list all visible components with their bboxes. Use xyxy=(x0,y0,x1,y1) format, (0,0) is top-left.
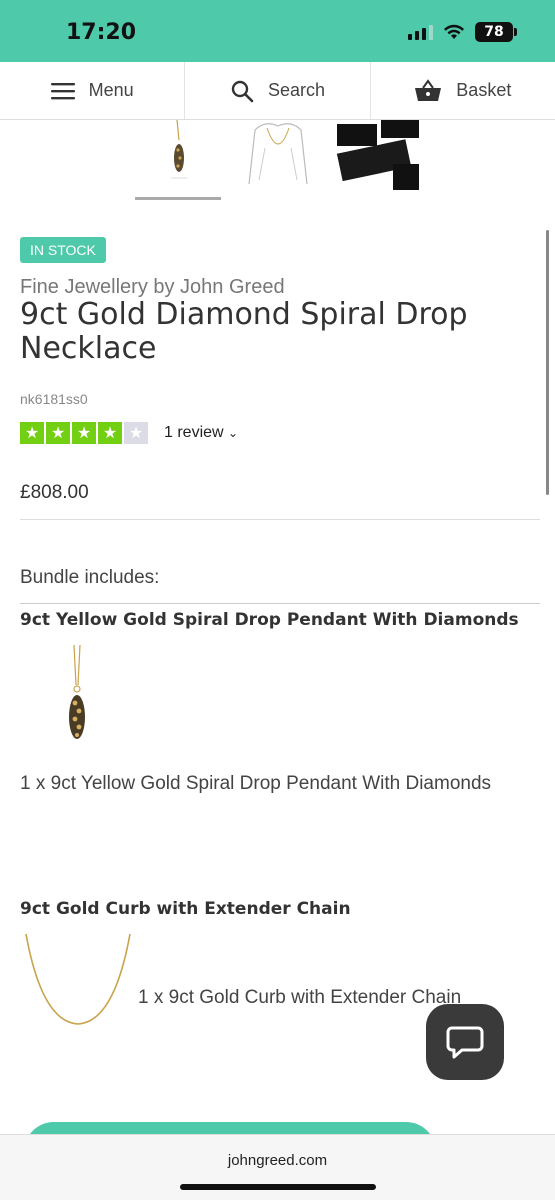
menu-label: Menu xyxy=(88,80,134,100)
bundle-item-desc: 1 x 9ct Yellow Gold Spiral Drop Pendant … xyxy=(20,773,492,794)
star-rating: ★ ★ ★ ★ ★ xyxy=(20,422,148,444)
thumbnail-model[interactable] xyxy=(235,120,321,192)
bundle-heading: Bundle includes: xyxy=(20,567,160,588)
status-icons: 78 xyxy=(408,22,517,42)
pendant-image[interactable] xyxy=(52,644,102,765)
chevron-down-icon: ⌄ xyxy=(228,426,239,440)
thumbnail-pendant[interactable] xyxy=(135,119,221,192)
status-time: 17:20 xyxy=(66,20,137,45)
menu-button[interactable]: Menu xyxy=(0,62,186,119)
basket-icon xyxy=(415,78,442,101)
scrollbar[interactable] xyxy=(546,230,549,495)
search-icon xyxy=(231,80,254,102)
chain-image[interactable] xyxy=(22,932,134,1032)
thumbnail-packaging[interactable] xyxy=(335,120,421,192)
reviews-toggle[interactable]: 1 review ⌄ xyxy=(164,424,238,442)
bundle-item-title[interactable]: 9ct Gold Curb with Extender Chain xyxy=(20,899,351,919)
divider xyxy=(20,603,540,604)
url-text: johngreed.com xyxy=(227,1152,328,1169)
image-thumbnails xyxy=(135,119,421,202)
divider xyxy=(20,519,540,520)
chat-icon xyxy=(446,1026,484,1059)
stock-badge: IN STOCK xyxy=(20,237,106,263)
home-indicator xyxy=(180,1184,376,1190)
product-sku: nk6181ss0 xyxy=(20,391,88,407)
product-price: £808.00 xyxy=(20,482,89,503)
browser-url-bar[interactable]: johngreed.com xyxy=(0,1134,555,1200)
basket-button[interactable]: Basket xyxy=(371,62,555,119)
star-filled-icon: ★ xyxy=(98,422,122,444)
brand-link[interactable]: Fine Jewellery by John Greed xyxy=(20,276,285,299)
battery-icon: 78 xyxy=(475,22,517,42)
status-bar: 17:20 78 xyxy=(0,0,555,62)
thumbnail-active-indicator xyxy=(135,197,221,200)
star-filled-icon: ★ xyxy=(46,422,70,444)
search-button[interactable]: Search xyxy=(185,62,371,119)
star-filled-icon: ★ xyxy=(72,422,96,444)
chat-button[interactable] xyxy=(426,1004,504,1080)
cellular-signal-icon xyxy=(408,24,433,40)
top-nav: Menu Search Basket xyxy=(0,62,555,120)
rating-row: ★ ★ ★ ★ ★ 1 review ⌄ xyxy=(20,422,238,444)
hamburger-icon xyxy=(50,82,75,99)
reviews-label: 1 review xyxy=(164,424,224,441)
star-empty-icon: ★ xyxy=(124,422,148,444)
basket-label: Basket xyxy=(456,80,512,100)
star-filled-icon: ★ xyxy=(20,422,44,444)
wifi-icon xyxy=(444,24,464,39)
product-title: 9ct Gold Diamond Spiral Drop Necklace xyxy=(20,297,468,366)
bundle-item-title[interactable]: 9ct Yellow Gold Spiral Drop Pendant With… xyxy=(20,610,519,630)
search-label: Search xyxy=(267,80,326,100)
